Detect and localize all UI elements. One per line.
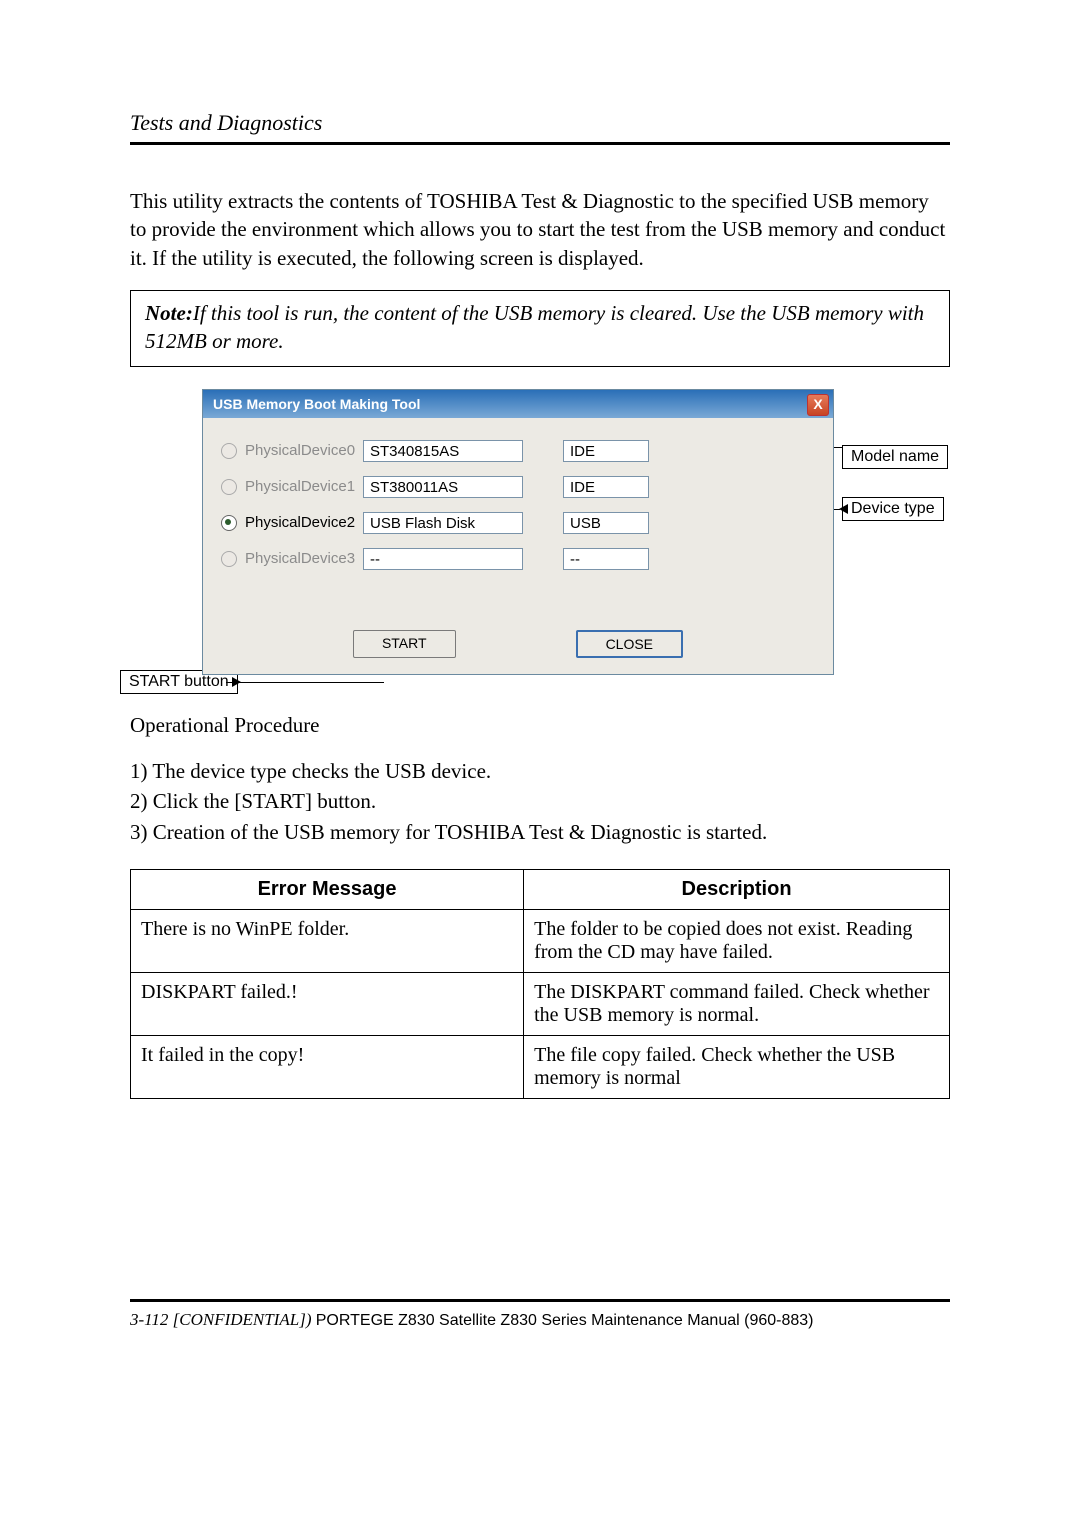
table-row: DISKPART failed.! The DISKPART command f… [131,973,950,1036]
table-row: There is no WinPE folder. The folder to … [131,910,950,973]
radio-device-0 [221,443,237,459]
error-table: Error Message Description There is no Wi… [130,869,950,1099]
cell-error: DISKPART failed.! [131,973,524,1036]
close-icon[interactable]: X [807,394,829,416]
col-desc: Description [524,870,950,910]
device-model: -- [363,548,523,570]
device-label: PhysicalDevice3 [245,550,363,567]
radio-device-1 [221,479,237,495]
start-button[interactable]: START [353,630,456,658]
table-row: It failed in the copy! The file copy fai… [131,1036,950,1099]
device-row: PhysicalDevice2 USB Flash Disk USB [221,512,815,534]
step-1: 1) The device type checks the USB device… [130,756,950,786]
note-box: Note:If this tool is run, the content of… [130,290,950,367]
step-3: 3) Creation of the USB memory for TOSHIB… [130,817,950,847]
page-header: Tests and Diagnostics [130,110,950,145]
footer-manual: PORTEGE Z830 Satellite Z830 Series Maint… [316,1312,814,1329]
window-title: USB Memory Boot Making Tool [213,396,420,412]
device-type: IDE [563,476,649,498]
device-row: PhysicalDevice3 -- -- [221,548,815,570]
note-text: If this tool is run, the content of the … [145,301,924,353]
device-label: PhysicalDevice1 [245,478,363,495]
intro-text: This utility extracts the contents of TO… [130,187,950,272]
device-model: USB Flash Disk [363,512,523,534]
device-row: PhysicalDevice1 ST380011AS IDE [221,476,815,498]
cell-desc: The DISKPART command failed. Check wheth… [524,973,950,1036]
device-type: -- [563,548,649,570]
tool-screenshot: Model name Device type START button USB … [130,389,960,675]
page-footer: 3-112 [CONFIDENTIAL]) PORTEGE Z830 Satel… [130,1299,950,1330]
callout-model-name: Model name [842,445,948,469]
step-2: 2) Click the [START] button. [130,786,950,816]
steps: 1) The device type checks the USB device… [130,756,950,847]
note-label: Note: [145,301,193,325]
close-button[interactable]: CLOSE [576,630,683,658]
footer-page: 3-112 [CONFIDENTIAL]) [130,1310,316,1329]
device-type: IDE [563,440,649,462]
radio-device-2[interactable] [221,515,237,531]
cell-error: It failed in the copy! [131,1036,524,1099]
device-type: USB [563,512,649,534]
device-model: ST380011AS [363,476,523,498]
device-row: PhysicalDevice0 ST340815AS IDE [221,440,815,462]
operational-procedure-heading: Operational Procedure [130,713,950,738]
window-titlebar: USB Memory Boot Making Tool X [203,390,833,418]
cell-error: There is no WinPE folder. [131,910,524,973]
cell-desc: The folder to be copied does not exist. … [524,910,950,973]
col-error: Error Message [131,870,524,910]
cell-desc: The file copy failed. Check whether the … [524,1036,950,1099]
radio-device-3 [221,551,237,567]
callout-device-type: Device type [842,497,944,521]
device-model: ST340815AS [363,440,523,462]
device-label: PhysicalDevice2 [245,514,363,531]
device-label: PhysicalDevice0 [245,442,363,459]
